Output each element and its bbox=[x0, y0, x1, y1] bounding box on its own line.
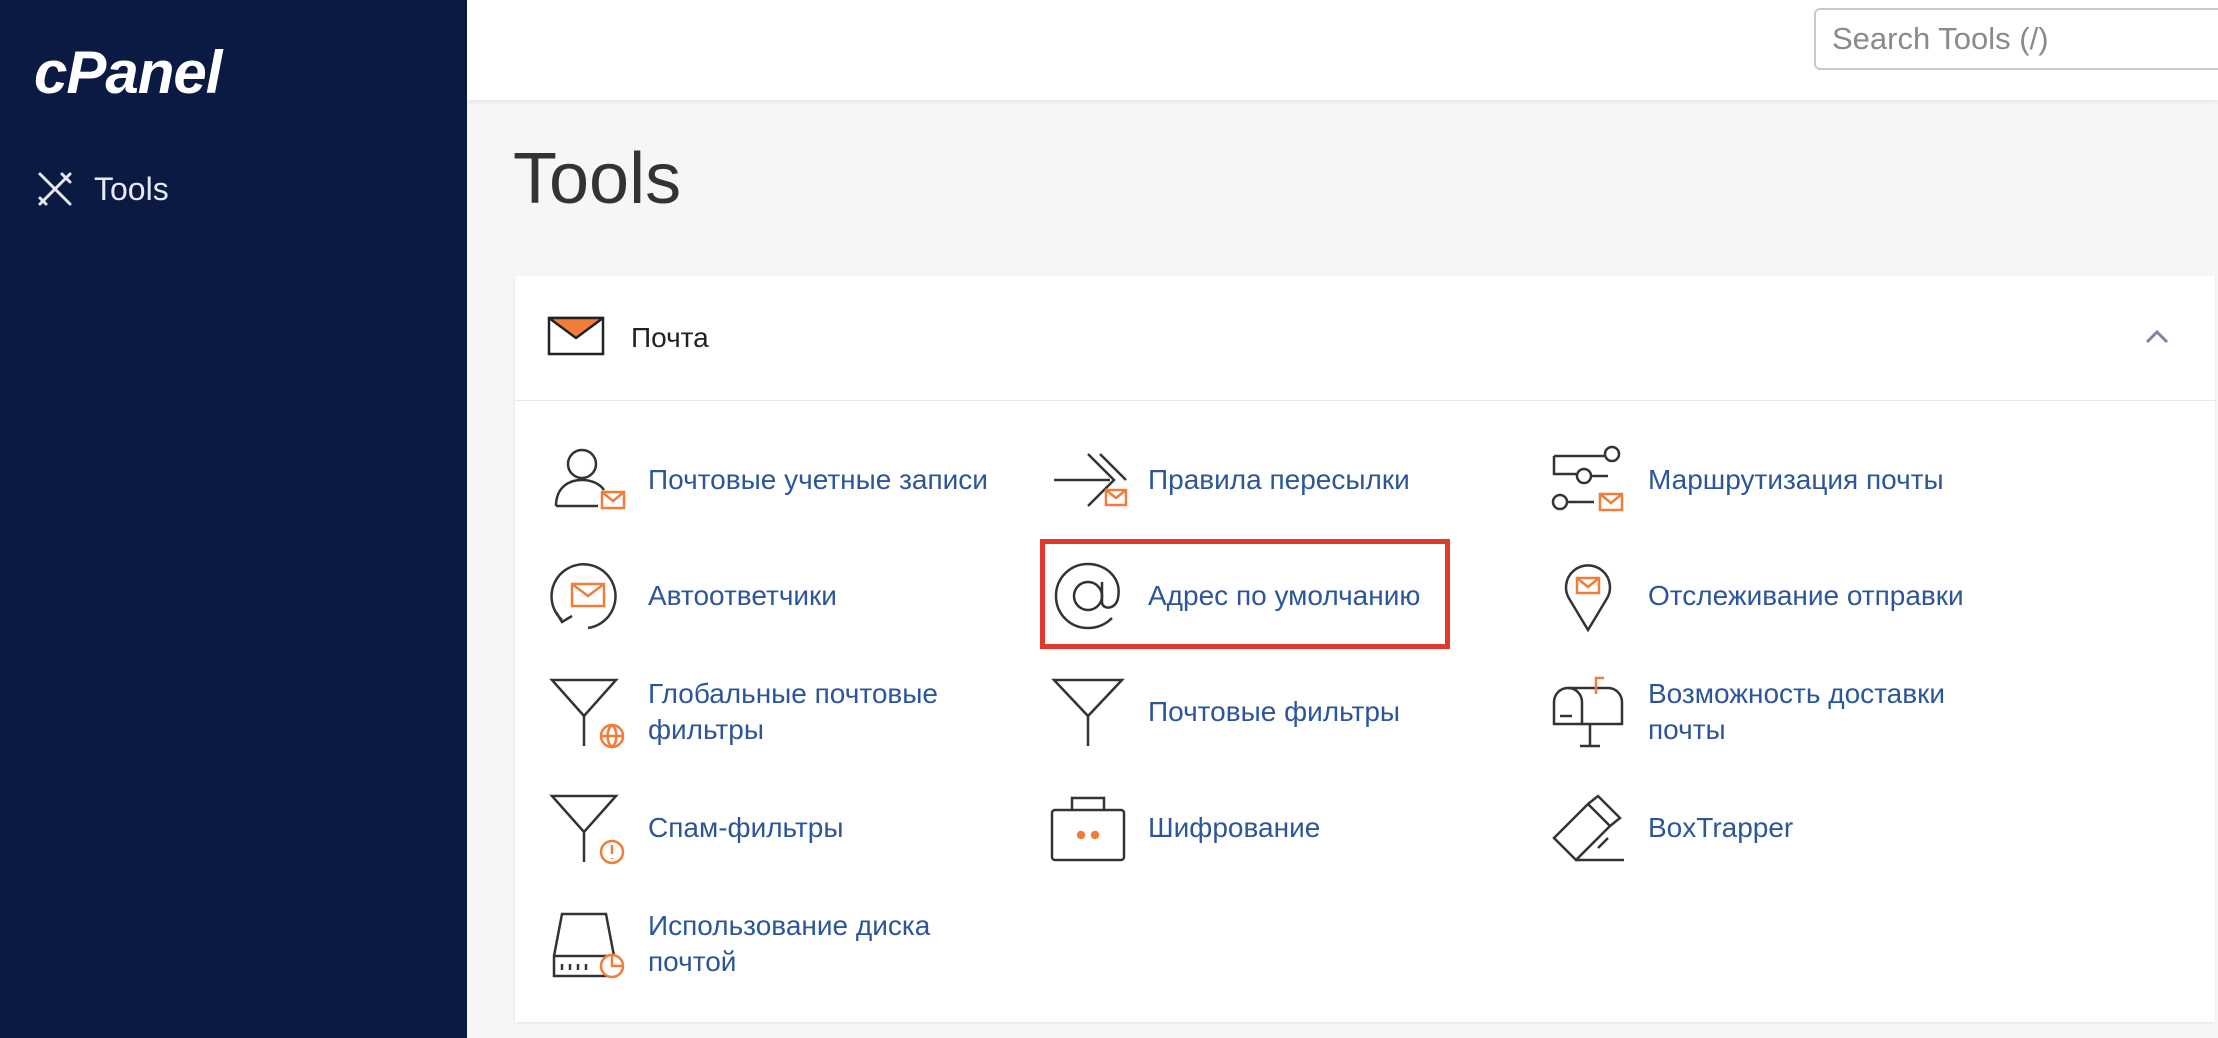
tool-email-filters[interactable]: Почтовые фильтры bbox=[1048, 672, 1488, 752]
tools-icon bbox=[36, 170, 74, 208]
section-title: Почта bbox=[631, 322, 709, 353]
track-delivery-icon bbox=[1548, 556, 1628, 636]
tool-label: Шифрование bbox=[1148, 812, 1321, 843]
section-header[interactable]: Почта bbox=[515, 276, 2215, 401]
tool-label: Отслеживание отправки bbox=[1648, 580, 1964, 611]
tool-spam-filters[interactable]: Спам-фильтры bbox=[548, 788, 988, 868]
forwarders-icon bbox=[1048, 440, 1128, 520]
tool-label: BoxTrapper bbox=[1648, 812, 1794, 843]
tool-global-email-filters[interactable]: Глобальные почтовые фильтры bbox=[548, 672, 988, 752]
spam-filters-icon bbox=[548, 788, 628, 868]
tool-email-disk-usage[interactable]: Использование диска почтой bbox=[548, 904, 988, 984]
tool-label: Использование диска почтой bbox=[648, 910, 931, 977]
autoresponders-icon bbox=[548, 556, 628, 636]
tool-autoresponders[interactable]: Автоответчики bbox=[548, 556, 988, 636]
tool-label: Спам-фильтры bbox=[648, 812, 844, 843]
encryption-icon bbox=[1048, 788, 1128, 868]
email-accounts-icon bbox=[548, 440, 628, 520]
tool-label: Почтовые фильтры bbox=[1148, 696, 1401, 727]
tool-label: Маршрутизация почты bbox=[1648, 464, 1944, 495]
chevron-up-icon[interactable] bbox=[2143, 322, 2171, 355]
email-deliverability-icon bbox=[1548, 672, 1628, 752]
envelope-icon bbox=[547, 316, 605, 361]
sidebar-item-label: Tools bbox=[94, 170, 169, 207]
tool-label: Возможность доставки почты bbox=[1648, 678, 1945, 745]
tool-forwarders[interactable]: Правила пересылки bbox=[1048, 440, 1488, 520]
sidebar-item-tools[interactable]: Tools bbox=[36, 170, 169, 208]
boxtrapper-icon bbox=[1548, 788, 1628, 868]
tool-track-delivery[interactable]: Отслеживание отправки bbox=[1548, 556, 1988, 636]
highlight-box bbox=[1040, 539, 1450, 649]
tool-encryption[interactable]: Шифрование bbox=[1048, 788, 1488, 868]
tool-label: Глобальные почтовые фильтры bbox=[648, 678, 939, 745]
global-filters-icon bbox=[548, 672, 628, 752]
page-title: Tools bbox=[513, 139, 682, 219]
tool-label: Автоответчики bbox=[648, 580, 837, 611]
email-routing-icon bbox=[1548, 440, 1628, 520]
tool-label: Правила пересылки bbox=[1148, 464, 1410, 495]
search-input[interactable] bbox=[1814, 8, 2218, 70]
tool-email-routing[interactable]: Маршрутизация почты bbox=[1548, 440, 1988, 520]
tool-label: Почтовые учетные записи bbox=[648, 464, 988, 495]
cpanel-logo[interactable]: cPanel bbox=[34, 38, 222, 107]
tool-email-accounts[interactable]: Почтовые учетные записи bbox=[548, 440, 988, 520]
sidebar: cPanel Tools bbox=[0, 0, 467, 1038]
tool-email-deliverability[interactable]: Возможность доставки почты bbox=[1548, 672, 1988, 752]
email-filters-icon bbox=[1048, 672, 1128, 752]
email-disk-usage-icon bbox=[548, 904, 628, 984]
tool-boxtrapper[interactable]: BoxTrapper bbox=[1548, 788, 1988, 868]
